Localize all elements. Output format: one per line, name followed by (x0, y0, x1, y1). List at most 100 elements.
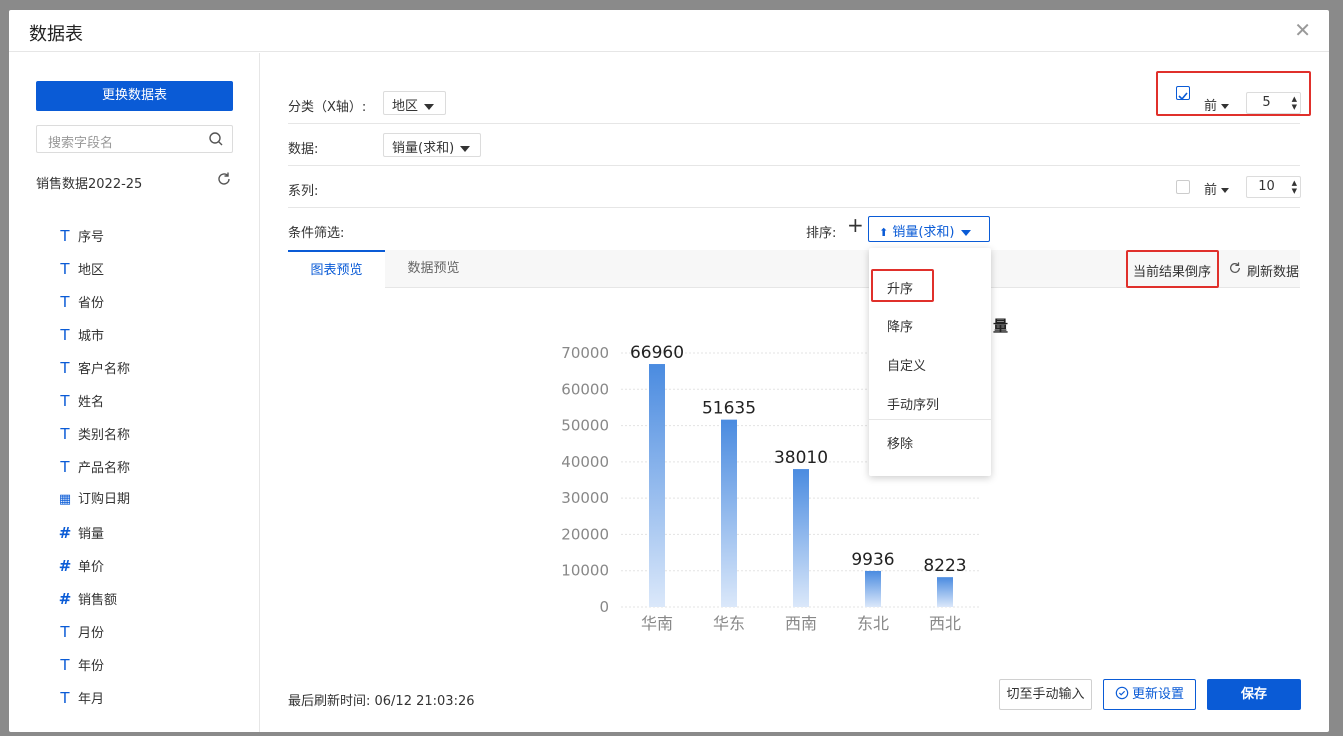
field-label: 类别名称 (78, 428, 131, 443)
field-item[interactable]: T 省份 (57, 292, 104, 312)
change-table-button[interactable]: 更换数据表 (36, 81, 233, 111)
field-item[interactable]: # 销量 (57, 523, 104, 543)
field-item[interactable]: # 销售额 (57, 589, 117, 609)
divider (288, 165, 1300, 166)
field-label: 客户名称 (78, 362, 131, 377)
top-n-category-input[interactable]: 5 ▲ ▼ (1246, 92, 1301, 114)
sort-label: 排序: (806, 226, 837, 241)
field-item[interactable]: # 单价 (57, 556, 104, 576)
top-n-series-input[interactable]: 10 ▲ ▼ (1246, 176, 1301, 198)
tab-chart-preview[interactable]: 图表预览 (288, 250, 385, 288)
field-label: 产品名称 (78, 461, 131, 476)
text-field-icon: T (60, 392, 70, 410)
check-icon (1178, 92, 1188, 101)
save-button[interactable]: 保存 (1207, 679, 1301, 710)
number-field-icon: # (58, 590, 72, 608)
top-n-series-dropdown[interactable]: 前 (1204, 179, 1230, 198)
sort-value: 销量(求和) (892, 225, 955, 240)
sort-menu-custom[interactable]: 自定义 (887, 355, 926, 374)
refresh-icon[interactable] (216, 171, 232, 187)
chart-bar[interactable] (793, 469, 809, 607)
manual-input-button[interactable]: 切至手动输入 (999, 679, 1092, 710)
last-refresh-time: 最后刷新时间: 06/12 21:03:26 (288, 694, 475, 709)
y-tick-label: 70000 (561, 344, 609, 362)
chart-bar[interactable] (865, 570, 881, 607)
chart-title-fragment: 量 (993, 317, 1009, 335)
refresh-icon[interactable] (1228, 261, 1242, 275)
field-item[interactable]: T 年月 (57, 688, 104, 708)
series-label: 系列: (288, 184, 319, 199)
category-dropdown[interactable]: 地区 (383, 91, 446, 115)
field-item[interactable]: T 地区 (57, 259, 104, 279)
field-search-input[interactable]: 搜索字段名 (36, 125, 233, 153)
top-label: 前 (1204, 183, 1218, 198)
text-field-icon: T (60, 227, 70, 245)
stepper-icon[interactable]: ▲ ▼ (1292, 95, 1297, 111)
field-label: 月份 (78, 626, 105, 641)
x-category-label: 西南 (785, 614, 817, 633)
chart-bar[interactable] (721, 419, 737, 607)
chevron-down-icon (424, 103, 435, 110)
data-dropdown[interactable]: 销量(求和) (383, 133, 481, 157)
bar-value-label: 38010 (774, 448, 828, 468)
text-field-icon: T (60, 425, 70, 443)
field-label: 序号 (78, 230, 105, 245)
reverse-highlight (1126, 250, 1219, 288)
top-n-category-checkbox[interactable] (1176, 86, 1190, 101)
sort-menu-desc[interactable]: 降序 (887, 316, 913, 335)
field-label: 订购日期 (78, 492, 131, 507)
bar-value-label: 8223 (923, 556, 966, 576)
calendar-icon: ▦ (58, 492, 72, 507)
sort-asc-icon: ⬆ (879, 226, 889, 239)
close-icon[interactable]: ✕ (1294, 20, 1311, 40)
sort-menu-manual[interactable]: 手动序列 (887, 394, 939, 413)
number-field-icon: # (58, 557, 72, 575)
field-item[interactable]: T 序号 (57, 226, 104, 246)
data-table-dialog: 数据表 ✕ 更换数据表 搜索字段名 销售数据2022-25 T 序号 T 地区 T 省份 T… (9, 10, 1329, 732)
top-n-category-dropdown[interactable]: 前 (1204, 95, 1230, 114)
dialog-title: 数据表 (29, 24, 83, 45)
sort-menu-remove[interactable]: 移除 (887, 433, 913, 452)
field-item[interactable]: T 姓名 (57, 391, 104, 411)
field-label: 年份 (78, 659, 105, 674)
sort-menu-asc[interactable]: 升序 (887, 278, 913, 297)
field-item[interactable]: T 客户名称 (57, 358, 130, 378)
top-n-category-value: 5 (1262, 95, 1271, 110)
chart-bar[interactable] (649, 364, 665, 607)
top-n-series-checkbox[interactable] (1176, 180, 1190, 194)
field-label: 城市 (78, 329, 105, 344)
field-item[interactable]: T 城市 (57, 325, 104, 345)
x-category-label: 东北 (857, 614, 889, 633)
chevron-down-icon (1221, 104, 1230, 109)
y-tick-label: 10000 (561, 562, 609, 580)
field-item[interactable]: ▦ 订购日期 (57, 490, 130, 510)
field-item[interactable]: T 年份 (57, 655, 104, 675)
sort-dropdown[interactable]: ⬆ 销量(求和) (868, 216, 990, 242)
text-field-icon: T (60, 293, 70, 311)
add-sort-icon[interactable]: + (847, 215, 864, 235)
filter-label: 条件筛选: (288, 226, 345, 241)
top-label: 前 (1204, 99, 1218, 114)
update-settings-button[interactable]: 更新设置 (1103, 679, 1196, 710)
field-item[interactable]: T 月份 (57, 622, 104, 642)
bar-value-label: 51635 (702, 399, 756, 419)
field-label: 年月 (78, 692, 105, 707)
update-settings-label: 更新设置 (1131, 687, 1184, 702)
divider (288, 123, 1300, 124)
bar-value-label: 9936 (851, 550, 894, 570)
chart-bar[interactable] (937, 577, 953, 607)
main-panel: 分类（X轴）: 地区 前 5 ▲ ▼ 数据: 销量(求和) 系列: 前 10 ▲ ▼ 条… (261, 53, 1329, 732)
refresh-data-button[interactable]: 刷新数据 (1247, 261, 1299, 280)
search-icon[interactable] (208, 131, 224, 147)
x-category-label: 华东 (713, 614, 745, 633)
y-tick-label: 50000 (561, 417, 609, 435)
field-item[interactable]: T 类别名称 (57, 424, 130, 444)
text-field-icon: T (60, 458, 70, 476)
field-item[interactable]: T 产品名称 (57, 457, 130, 477)
tab-data-preview[interactable]: 数据预览 (385, 250, 482, 288)
field-sidebar: 更换数据表 搜索字段名 销售数据2022-25 T 序号 T 地区 T 省份 T 城市 T 客户名… (9, 53, 260, 732)
stepper-icon[interactable]: ▲ ▼ (1292, 179, 1297, 195)
sort-menu: 升序 降序 自定义 手动序列 移除 (869, 248, 991, 476)
divider (288, 207, 1300, 208)
y-tick-label: 0 (599, 598, 609, 616)
